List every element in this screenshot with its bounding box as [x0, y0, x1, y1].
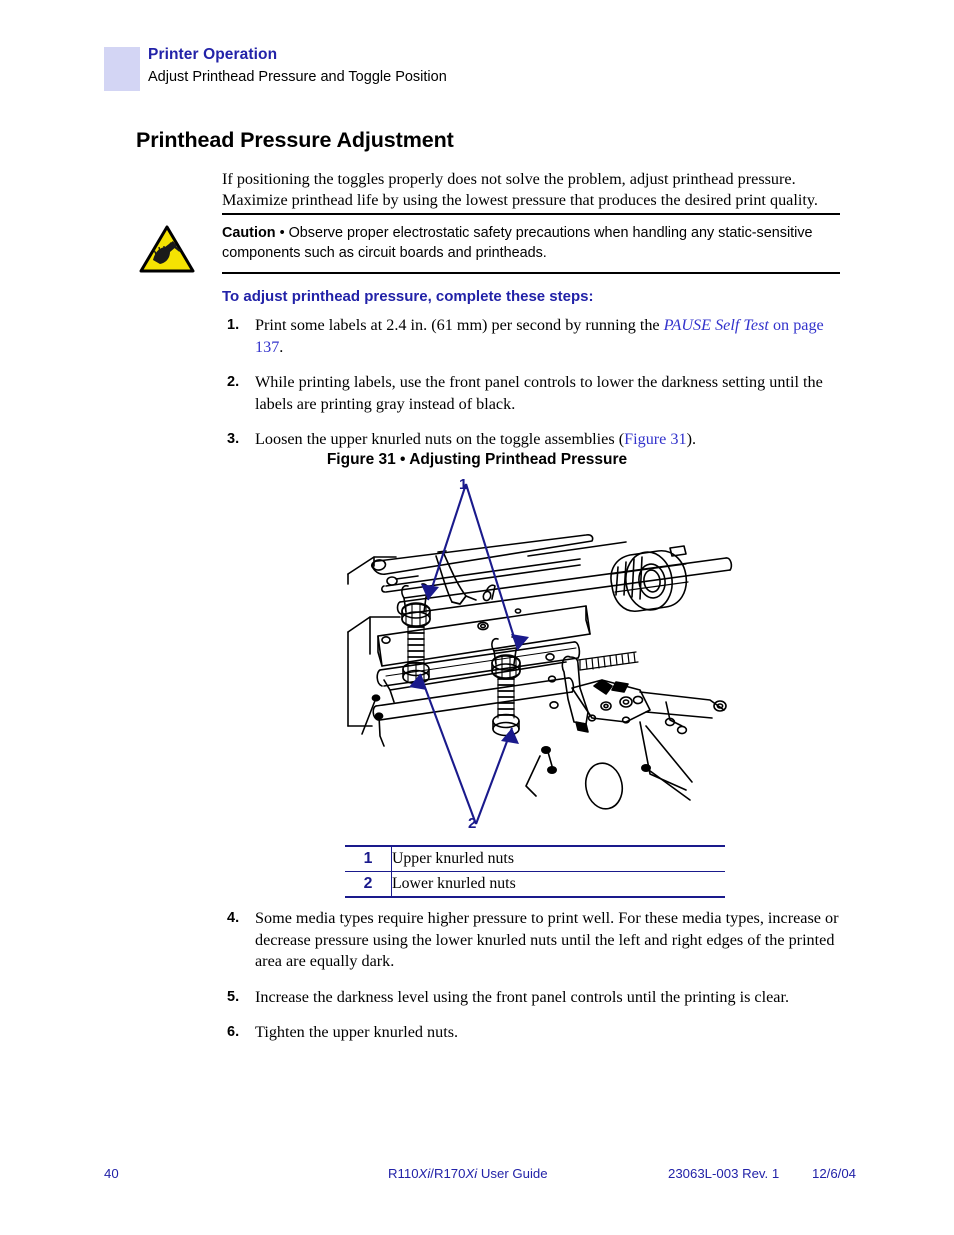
- esd-warning-triangle-icon: [139, 224, 195, 274]
- footer-page-number: 40: [104, 1166, 119, 1181]
- printhead-assembly-illustration: [340, 474, 744, 836]
- procedure-step: 5. Increase the darkness level using the …: [222, 987, 847, 1009]
- procedure-step: 3. Loosen the upper knurled nuts on the t…: [222, 429, 847, 451]
- caution-label: Caution: [222, 225, 276, 241]
- header-color-swatch: [104, 47, 140, 91]
- figure-legend-table: 1 Upper knurled nuts 2 Lower knurled nuts: [345, 845, 725, 898]
- footer-date: 12/6/04: [812, 1166, 856, 1181]
- procedure-steps-upper: 1. Print some labels at 2.4 in. (61 mm) p…: [222, 315, 847, 451]
- header-chapter-title: Printer Operation: [148, 46, 278, 63]
- cross-reference-link[interactable]: Figure 31: [624, 430, 687, 448]
- figure-caption: Figure 31 • Adjusting Printhead Pressure: [326, 451, 628, 468]
- caution-message: Observe proper electrostatic safety prec…: [222, 225, 813, 261]
- legend-part-name: Lower knurled nuts: [391, 871, 725, 898]
- procedure-step: 1. Print some labels at 2.4 in. (61 mm) p…: [222, 315, 847, 358]
- header-section-title: Adjust Printhead Pressure and Toggle Pos…: [148, 69, 447, 85]
- step-number: 4.: [227, 910, 240, 926]
- legend-part-name: Upper knurled nuts: [391, 845, 725, 872]
- procedure-step: 2. While printing labels, use the front p…: [222, 372, 847, 415]
- page-title: Printhead Pressure Adjustment: [136, 128, 454, 153]
- step-number: 1.: [227, 317, 240, 333]
- step-text: Loosen the upper knurled nuts on the tog…: [255, 430, 625, 448]
- legend-callout-number: 2: [345, 871, 392, 898]
- cross-reference-link[interactable]: PAUSE Self Test: [664, 316, 769, 334]
- step-text: Increase the darkness level using the fr…: [255, 987, 790, 1006]
- caution-text: Caution • Observe proper electrostatic s…: [222, 215, 840, 272]
- step-text: Tighten the upper knurled nuts.: [255, 1023, 459, 1041]
- step-text: While printing labels, use the front pan…: [255, 373, 823, 413]
- step-number: 2.: [227, 374, 240, 390]
- footer-guide-title: R110Xi/R170Xi User Guide: [388, 1166, 548, 1181]
- procedure-steps-lower: 4. Some media types require higher pressu…: [222, 908, 847, 1044]
- caution-bottom-rule: [222, 272, 840, 274]
- step-text: Print some labels at 2.4 in. (61 mm) per…: [255, 316, 664, 334]
- procedure-step: 6. Tighten the upper knurled nuts.: [222, 1022, 847, 1044]
- step-number: 3.: [227, 431, 240, 447]
- procedure-heading: To adjust printhead pressure, complete t…: [222, 288, 594, 305]
- footer-document-number: 23063L-003 Rev. 1: [668, 1166, 780, 1181]
- legend-callout-number: 1: [345, 845, 392, 872]
- legend-row: 2 Lower knurled nuts: [345, 871, 725, 898]
- step-text: Some media types require higher pressure…: [255, 909, 839, 970]
- legend-row: 1 Upper knurled nuts: [345, 845, 725, 872]
- procedure-step: 4. Some media types require higher pressu…: [222, 908, 847, 973]
- step-text: .: [279, 337, 284, 356]
- intro-paragraph: If positioning the toggles properly does…: [222, 170, 818, 210]
- step-number: 6.: [227, 1024, 240, 1040]
- page-header: Printer Operation Adjust Printhead Press…: [104, 46, 864, 93]
- step-number: 5.: [227, 988, 240, 1005]
- page-footer: 40 R110Xi/R170Xi User Guide 23063L-003 R…: [104, 1166, 864, 1186]
- caution-admonition: Caution • Observe proper electrostatic s…: [222, 213, 840, 274]
- step-text: ).: [686, 430, 697, 448]
